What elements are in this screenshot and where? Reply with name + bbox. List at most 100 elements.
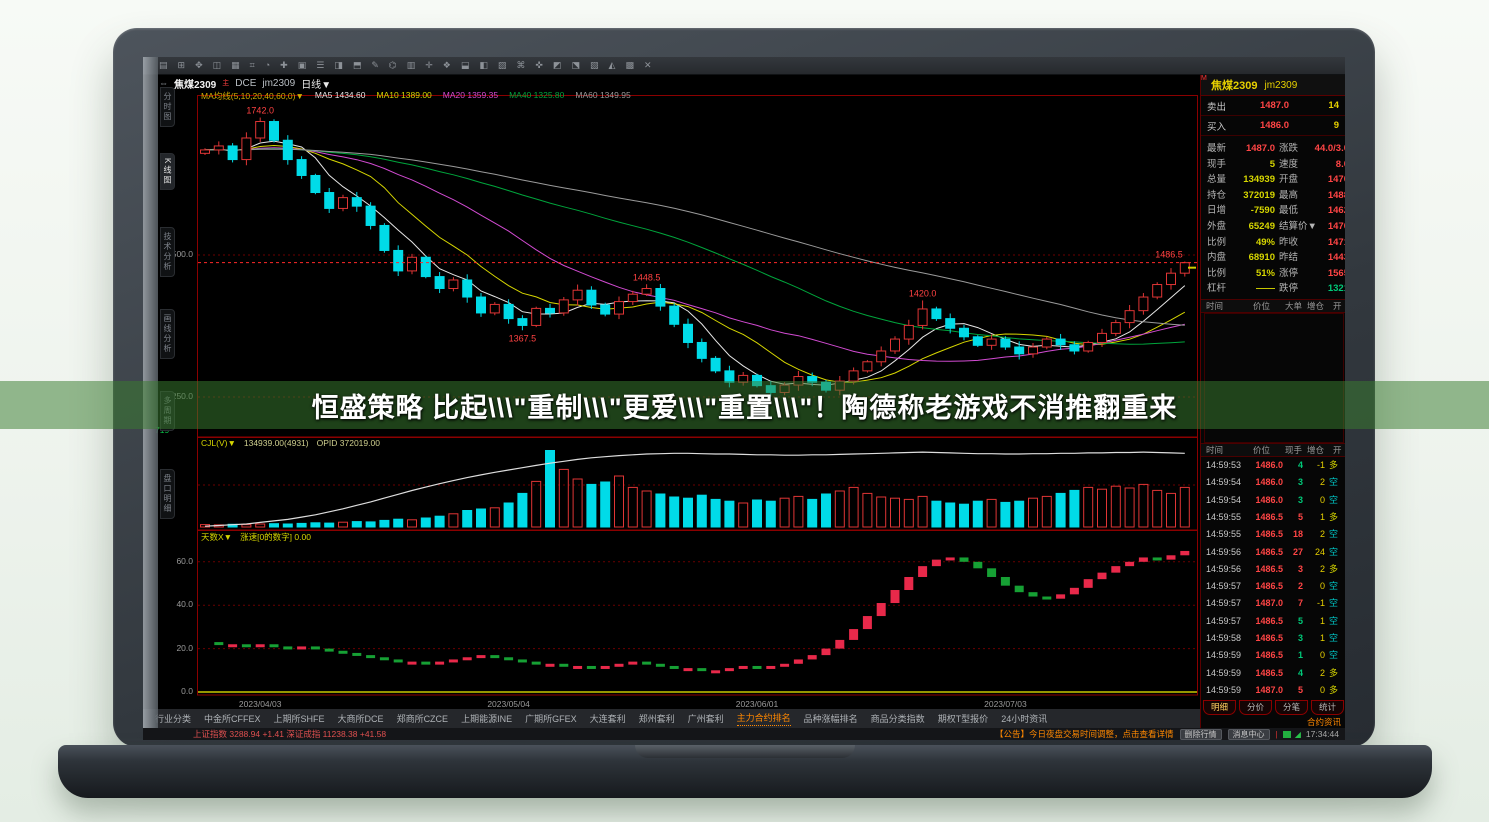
ask-label: 卖出 <box>1207 99 1237 113</box>
market-tab-14[interactable]: 期权T型报价 <box>938 712 989 725</box>
toolbar-icon[interactable]: ✎ <box>371 61 379 70</box>
status-bar: 上证指数 3288.94 +1.41 深证成指 11238.38 +41.58 … <box>143 728 1345 740</box>
toolbar-icon[interactable]: ✜ <box>535 61 543 70</box>
tick-delta: 0 <box>1305 492 1325 509</box>
tick-row: 14:59:571486.551空 <box>1201 613 1345 630</box>
sidebar-tab-6[interactable]: 盘口明细 <box>160 469 175 519</box>
market-tab-10[interactable]: 广州套利 <box>688 712 724 725</box>
toolbar-icon[interactable]: ⬒ <box>353 61 362 70</box>
toolbar-icon[interactable]: ⊞ <box>178 61 186 70</box>
tick-list-header: 时间价位现手增仓开 <box>1201 443 1345 457</box>
toolbar-icon[interactable]: ▣ <box>298 61 307 70</box>
toolbar-icon[interactable]: ⌬ <box>389 61 397 70</box>
toolbar-icon[interactable]: ▩ <box>625 61 634 70</box>
market-tab-6[interactable]: 上期能源INE <box>461 712 512 725</box>
toolbar-icon[interactable]: ◩ <box>553 61 562 70</box>
tick-side: 多 <box>1329 561 1343 578</box>
toolbar-icon[interactable]: ◫ <box>213 61 222 70</box>
toolbar-icon[interactable]: ✥ <box>195 61 203 70</box>
toolbar-icon[interactable]: ▦ <box>231 61 240 70</box>
tick-time: 14:59:59 <box>1206 682 1241 699</box>
toolbar-icon[interactable]: ▤ <box>159 61 168 70</box>
market-tab-5[interactable]: 郑商所CZCE <box>397 712 449 725</box>
quote-value: 1321 <box>1305 281 1345 296</box>
tick-row: 14:59:561486.532多 <box>1201 561 1345 578</box>
market-tab-3[interactable]: 上期所SHFE <box>274 712 325 725</box>
tick-volume: 3 <box>1287 492 1303 509</box>
toolbar-icon[interactable]: ⌘ <box>516 61 525 70</box>
marker-icon: M <box>1201 75 1207 82</box>
tick-time: 14:59:57 <box>1206 595 1241 612</box>
market-tab-7[interactable]: 广期所GFEX <box>525 712 577 725</box>
market-tab-4[interactable]: 大商所DCE <box>338 712 384 725</box>
toolbar-icon[interactable]: ⌗ <box>250 61 255 70</box>
toolbar-icon[interactable]: ⬓ <box>461 61 470 70</box>
tick-side: 多 <box>1329 682 1343 699</box>
volume-pane-label: CJL(V)▼134939.00(4931)OPID 372019.00 <box>201 438 380 448</box>
toolbar-icon[interactable]: ⬔ <box>571 61 580 70</box>
sidebar-tab-3[interactable]: 技术分析 <box>160 227 175 277</box>
market-tab-13[interactable]: 商品分类指数 <box>871 712 925 725</box>
market-tab-1[interactable]: 行业分类 <box>155 712 191 725</box>
tick-row: 14:59:551486.5182空 <box>1201 526 1345 543</box>
quote-value: 51% <box>1235 266 1275 281</box>
detail-tab-1[interactable]: 明细 <box>1203 700 1236 715</box>
market-tab-8[interactable]: 大连套利 <box>590 712 626 725</box>
toolbar-icon[interactable]: ✛ <box>425 61 433 70</box>
market-tab-9[interactable]: 郑州套利 <box>639 712 675 725</box>
chart-titlebar: ⇔ 焦煤2309 主 DCE jm2309 日线▼ <box>159 76 331 90</box>
sidebar-tab-1[interactable]: 分时图 <box>160 87 175 127</box>
sidebar-tab-2[interactable]: K线图 <box>160 153 175 190</box>
tick-row: 14:59:531486.04-1多 <box>1201 457 1345 474</box>
instrument-title: 焦煤2309 <box>174 76 216 91</box>
period-selector[interactable]: 日线▼ <box>301 76 331 91</box>
toolbar-icon[interactable]: ◨ <box>334 61 343 70</box>
column-header: 增仓 <box>1307 300 1324 312</box>
tick-volume: 7 <box>1287 595 1303 612</box>
tick-delta: 1 <box>1305 630 1325 647</box>
quote-value: -7590 <box>1235 203 1275 218</box>
status-button[interactable]: 删除行情 <box>1180 729 1222 740</box>
tick-volume: 18 <box>1287 526 1303 543</box>
detail-tab-2[interactable]: 分价 <box>1239 700 1272 715</box>
svg-text:2023/04/03: 2023/04/03 <box>239 699 282 709</box>
market-tab-15[interactable]: 24小时资讯 <box>1001 712 1047 725</box>
market-tab-2[interactable]: 中金所CFFEX <box>204 712 261 725</box>
tick-time: 14:59:57 <box>1206 613 1241 630</box>
column-header: 时间 <box>1206 444 1223 456</box>
toolbar-icon[interactable]: ❖ <box>443 61 451 70</box>
quote-label: 持仓 <box>1207 188 1226 203</box>
quote-label: 涨跌 <box>1279 141 1298 156</box>
toolbar-icon[interactable]: ▨ <box>498 61 507 70</box>
toolbar-icon[interactable]: ▧ <box>590 61 599 70</box>
toolbar-icon[interactable]: ✕ <box>644 61 652 70</box>
separator: | <box>1276 729 1278 739</box>
toolbar-icon[interactable]: ☰ <box>316 61 324 70</box>
column-header: 价位 <box>1253 300 1270 312</box>
sidebar-tab-4[interactable]: 画线分析 <box>160 309 175 359</box>
news-link[interactable]: 合约资讯 <box>1307 716 1341 728</box>
column-header: 现手 <box>1285 444 1302 456</box>
tick-row: 14:59:581486.531空 <box>1201 630 1345 647</box>
market-tab-11[interactable]: 主力合约排名 <box>737 711 791 726</box>
detail-tab-3[interactable]: 分笔 <box>1275 700 1308 715</box>
toolbar-icon[interactable]: ◔ <box>265 61 270 70</box>
toolbar-icon[interactable]: ✚ <box>280 61 288 70</box>
tick-delta: 2 <box>1305 474 1325 491</box>
quote-value: 1488 <box>1305 188 1345 203</box>
detail-tab-4[interactable]: 统计 <box>1311 700 1344 715</box>
toolbar-icon[interactable]: ◧ <box>479 61 488 70</box>
quote-value: 1487.0 <box>1235 141 1275 156</box>
quote-value: 44.0/3.0 <box>1305 141 1345 156</box>
headline-banner: 恒盛策略 比起\\\"重制\\\"更爱\\\"重置\\\"！陶德称老游戏不消推翻… <box>0 381 1489 429</box>
toolbar-icon[interactable]: ▥ <box>407 61 416 70</box>
tick-delta: 2 <box>1305 526 1325 543</box>
quote-label: 跌停 <box>1279 281 1298 296</box>
market-tab-12[interactable]: 品种涨幅排名 <box>804 712 858 725</box>
tick-row: 14:59:591487.050多 <box>1201 682 1345 699</box>
quote-label: 内盘 <box>1207 250 1226 265</box>
status-button[interactable]: 消息中心 <box>1228 729 1270 740</box>
notice-ticker[interactable]: 【公告】今日夜盘交易时间调整，点击查看详情 <box>995 728 1174 740</box>
toolbar-icon[interactable]: ◭ <box>609 61 616 70</box>
quote-row: 现手5速度8.0 <box>1201 157 1345 172</box>
